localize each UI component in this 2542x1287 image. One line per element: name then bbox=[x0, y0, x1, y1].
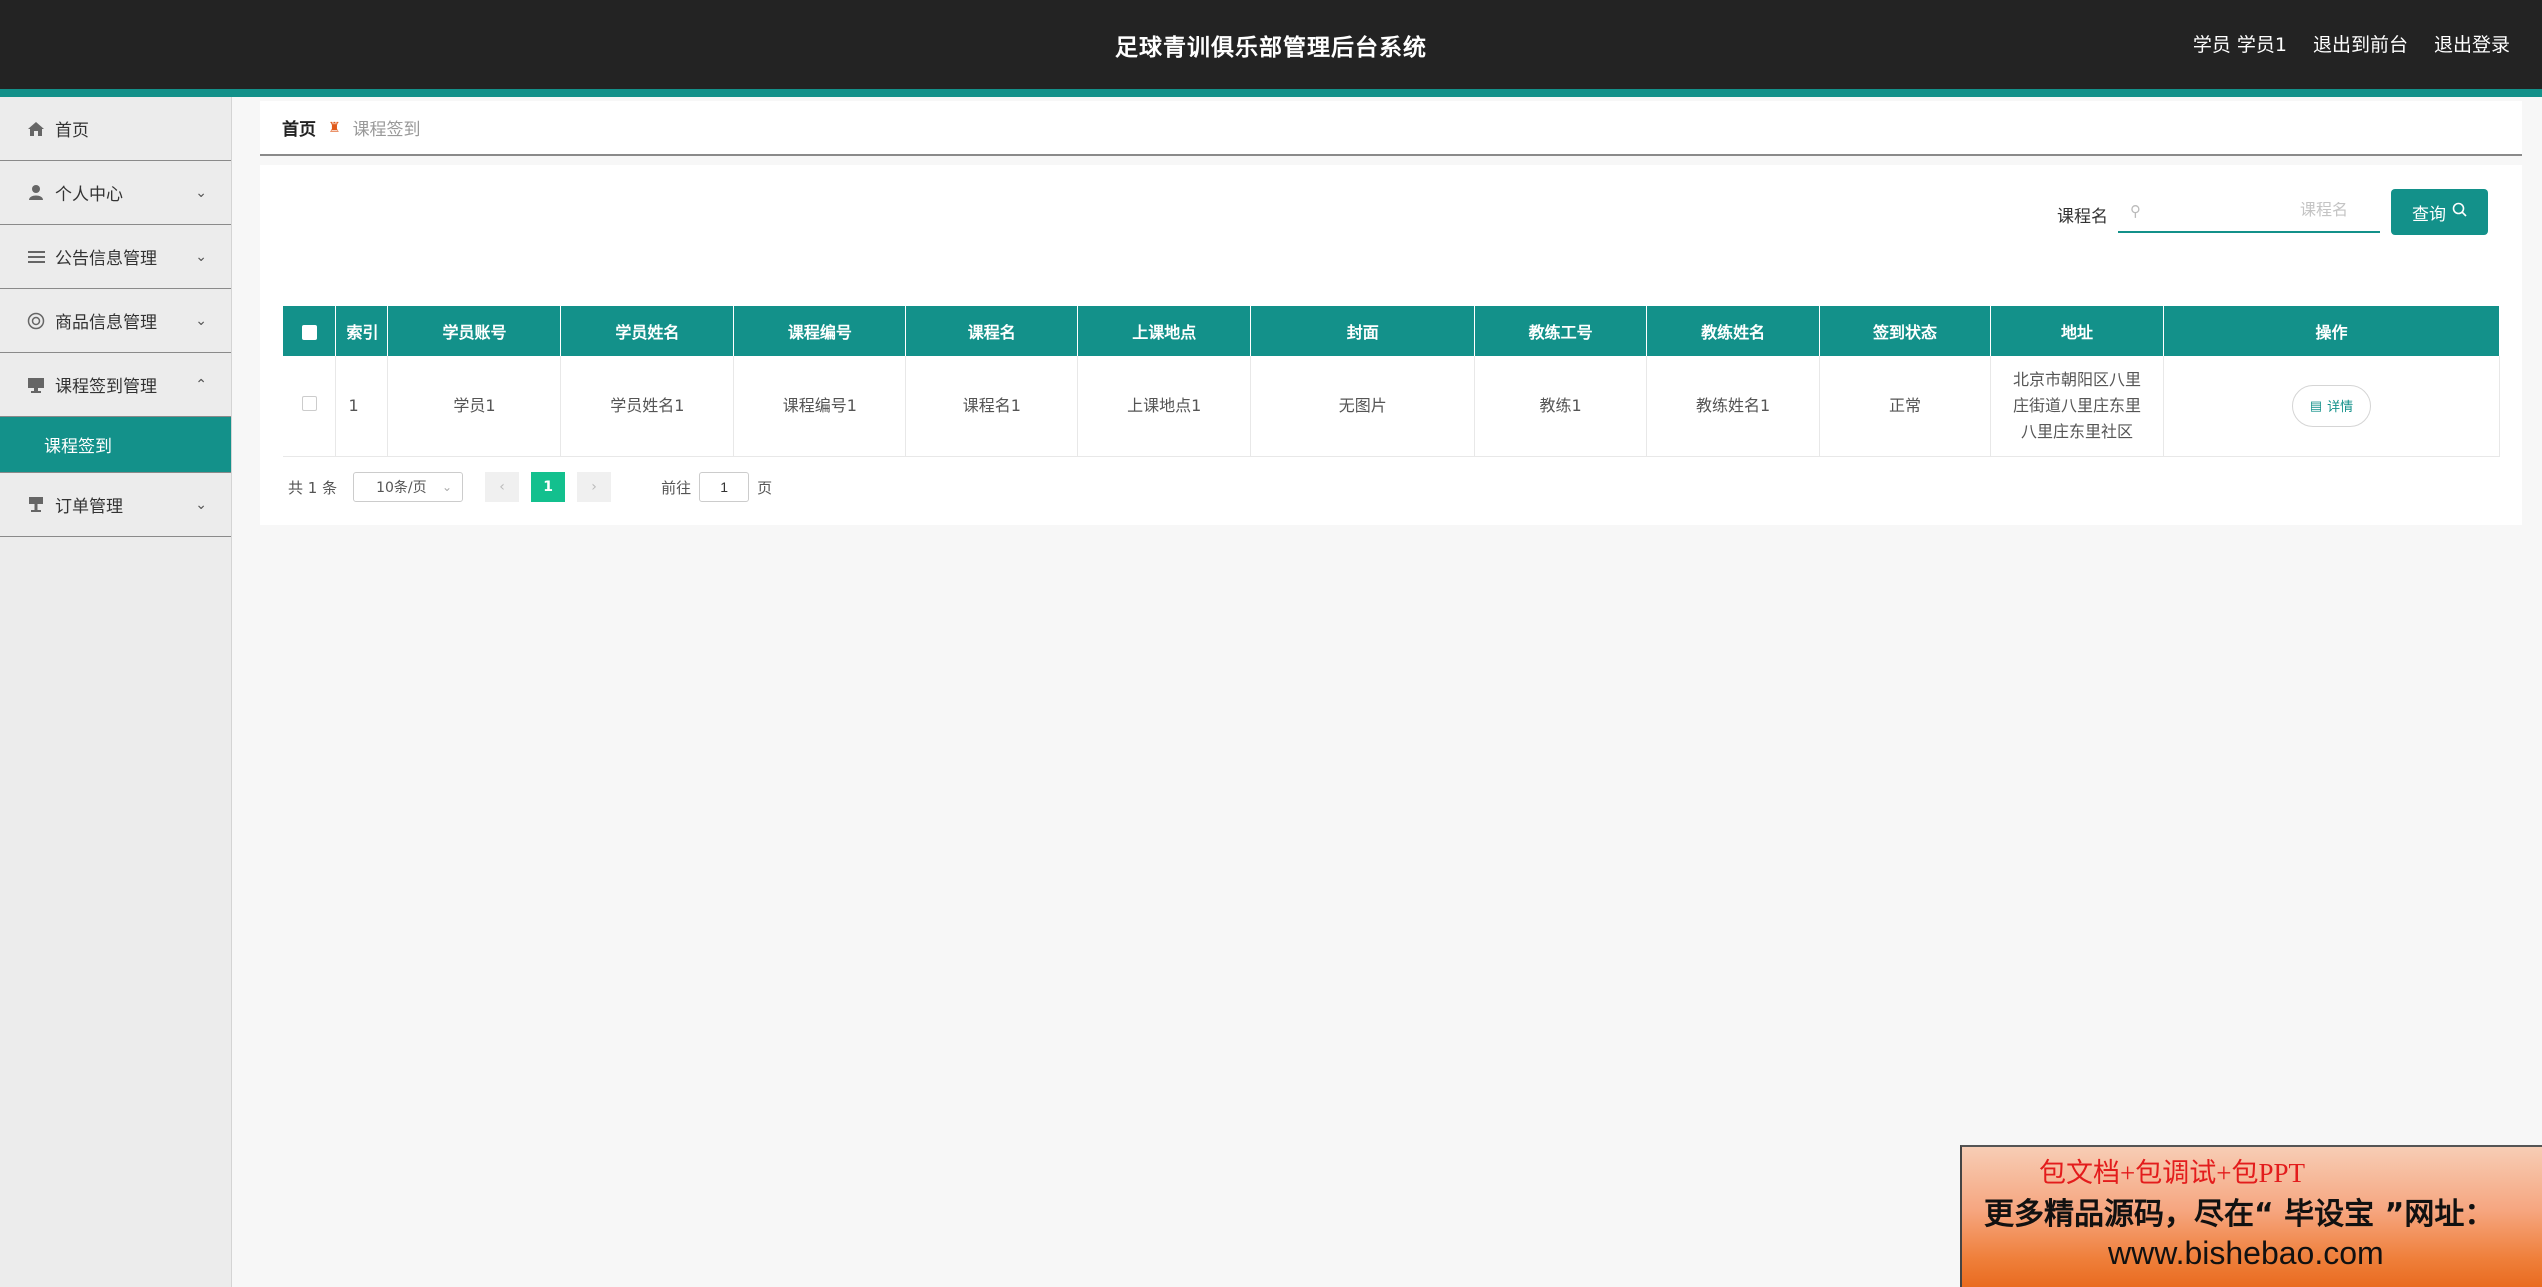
page-suffix: 页 bbox=[757, 478, 773, 497]
cell-status: 正常 bbox=[1819, 356, 1992, 457]
sidebar-item-goods[interactable]: 商品信息管理 ⌄ bbox=[0, 289, 231, 353]
goto-page-input[interactable] bbox=[699, 472, 750, 502]
table-header-row: 索引 学员账号 学员姓名 课程编号 课程名 上课地点 封面 教练工号 教练姓名 … bbox=[283, 306, 2501, 356]
data-table: 索引 学员账号 学员姓名 课程编号 课程名 上课地点 封面 教练工号 教练姓名 … bbox=[283, 306, 2501, 457]
prev-page-button[interactable]: ‹ bbox=[485, 472, 520, 502]
search-icon bbox=[2452, 202, 2467, 222]
search-box: ⚲ bbox=[2118, 190, 2380, 233]
list-icon bbox=[25, 246, 47, 268]
header-select-all[interactable] bbox=[283, 306, 337, 356]
cell-actions: ▤ 详情 bbox=[2163, 356, 2501, 457]
promo-line-1: 包文档+包调试+包PPT bbox=[2039, 1158, 2305, 1188]
column-header: 签到状态 bbox=[1819, 306, 1992, 356]
chevron-down-icon: ⌄ bbox=[195, 184, 207, 201]
detail-button[interactable]: ▤ 详情 bbox=[2291, 384, 2372, 427]
total-count: 共 1 条 bbox=[288, 478, 338, 497]
chevron-down-icon: ⌄ bbox=[195, 312, 207, 329]
sidebar-item-label: 课程签到管理 bbox=[55, 377, 157, 397]
table-row: 1 学员1 学员姓名1 课程编号1 课程名1 上课地点1 无图片 教练1 教练姓… bbox=[283, 356, 2501, 457]
page-size-value: 10条/页 bbox=[376, 480, 427, 496]
column-header: 课程编号 bbox=[733, 306, 907, 356]
column-header: 操作 bbox=[2163, 306, 2501, 356]
document-icon: ▤ bbox=[2309, 397, 2323, 413]
sidebar-item-notice[interactable]: 公告信息管理 ⌄ bbox=[0, 225, 231, 289]
course-name-input[interactable] bbox=[2141, 201, 2380, 220]
cell-address: 北京市朝阳区八里庄街道八里庄东里八里庄东里社区 bbox=[1990, 356, 2164, 457]
app-title: 足球青训俱乐部管理后台系统 bbox=[1115, 35, 1427, 61]
select-all-checkbox[interactable] bbox=[301, 324, 317, 340]
sidebar-item-label: 商品信息管理 bbox=[55, 313, 157, 333]
cell-course-name: 课程名1 bbox=[905, 356, 1079, 457]
column-header: 教练工号 bbox=[1474, 306, 1648, 356]
separator-icon: ♜ bbox=[328, 119, 341, 136]
row-checkbox[interactable] bbox=[301, 395, 317, 411]
breadcrumb: 首页 ♜ 课程签到 bbox=[260, 101, 2522, 156]
cell-location: 上课地点1 bbox=[1077, 356, 1252, 457]
user-icon bbox=[25, 182, 47, 204]
chevron-left-icon: ‹ bbox=[499, 479, 505, 495]
stand-icon bbox=[25, 494, 47, 516]
next-page-button[interactable]: › bbox=[577, 472, 612, 502]
chevron-right-icon: › bbox=[591, 479, 597, 495]
user-label[interactable]: 学员 学员1 bbox=[2193, 30, 2287, 57]
cell-index: 1 bbox=[335, 356, 389, 457]
header-links: 学员 学员1 退出到前台 退出登录 bbox=[2193, 30, 2510, 57]
search-label: 课程名 bbox=[2057, 207, 2108, 227]
address-text: 北京市朝阳区八里庄街道八里庄东里八里庄东里社区 bbox=[2013, 369, 2142, 441]
sidebar-item-course-signin[interactable]: 课程签到管理 ⌃ bbox=[0, 353, 231, 417]
cell-name: 学员姓名1 bbox=[560, 356, 735, 457]
chevron-down-icon: ⌄ bbox=[195, 496, 207, 513]
sidebar-item-label: 订单管理 bbox=[55, 497, 123, 517]
page-size-select[interactable]: 10条/页 ⌄ bbox=[353, 472, 464, 502]
home-icon bbox=[25, 118, 47, 140]
monitor-icon bbox=[25, 374, 47, 396]
sidebar-item-profile[interactable]: 个人中心 ⌄ bbox=[0, 161, 231, 225]
column-header: 学员账号 bbox=[387, 306, 562, 356]
chevron-down-icon: ⌄ bbox=[442, 480, 453, 494]
chevron-down-icon: ⌄ bbox=[195, 248, 207, 265]
sidebar-item-label: 个人中心 bbox=[55, 185, 123, 205]
logout-link[interactable]: 退出登录 bbox=[2434, 30, 2510, 57]
exit-to-frontend-link[interactable]: 退出到前台 bbox=[2313, 30, 2408, 57]
row-select-cell[interactable] bbox=[283, 356, 337, 457]
globe-icon bbox=[25, 310, 47, 332]
column-header: 地址 bbox=[1990, 306, 2164, 356]
chevron-up-icon: ⌃ bbox=[195, 376, 207, 393]
promo-line-2: 更多精品源码，尽在“ 毕设宝 ”网址： bbox=[1984, 1197, 2495, 1232]
column-header: 上课地点 bbox=[1077, 306, 1252, 356]
column-header: 封面 bbox=[1250, 306, 1476, 356]
query-button[interactable]: 查询 bbox=[2391, 189, 2488, 235]
sidebar-item-label: 首页 bbox=[55, 121, 89, 141]
column-header: 学员姓名 bbox=[560, 306, 735, 356]
cell-course-no: 课程编号1 bbox=[733, 356, 907, 457]
cell-coach-no: 教练1 bbox=[1474, 356, 1648, 457]
column-header: 索引 bbox=[335, 306, 389, 356]
goto-label: 前往 bbox=[661, 478, 692, 497]
breadcrumb-home[interactable]: 首页 bbox=[282, 115, 316, 140]
cell-account: 学员1 bbox=[387, 356, 562, 457]
pagination: 共 1 条 10条/页 ⌄ ‹ 1 › 前往 页 bbox=[288, 472, 772, 502]
page-number-current[interactable]: 1 bbox=[531, 472, 566, 502]
cell-coach-name: 教练姓名1 bbox=[1646, 356, 1821, 457]
sidebar-item-label: 公告信息管理 bbox=[55, 249, 157, 269]
promo-banner: 包文档+包调试+包PPT 更多精品源码，尽在“ 毕设宝 ”网址： www.bis… bbox=[1960, 1145, 2542, 1287]
cell-cover: 无图片 bbox=[1250, 356, 1476, 457]
breadcrumb-current: 课程签到 bbox=[352, 120, 421, 140]
column-header: 教练姓名 bbox=[1646, 306, 1821, 356]
sidebar-item-orders[interactable]: 订单管理 ⌄ bbox=[0, 473, 231, 537]
detail-button-label: 详情 bbox=[2327, 399, 2354, 415]
sidebar: 首页 个人中心 ⌄ 公告信息管理 ⌄ 商品信息管理 ⌄ 课程签到管理 ⌃ 课程签… bbox=[0, 97, 232, 1287]
sidebar-item-home[interactable]: 首页 bbox=[0, 97, 231, 161]
sidebar-subitem-course-signin[interactable]: 课程签到 bbox=[0, 417, 231, 473]
search-icon: ⚲ bbox=[2130, 201, 2141, 220]
query-button-label: 查询 bbox=[2412, 204, 2446, 224]
main-panel: 课程名 ⚲ 查询 索引 学员账号 学员姓名 课程编号 课程名 上课地点 封面 bbox=[260, 165, 2522, 525]
column-header: 课程名 bbox=[905, 306, 1079, 356]
promo-url: www.bishebao.com bbox=[2108, 1235, 2384, 1271]
header-accent-bar bbox=[0, 89, 2542, 97]
top-header: 足球青训俱乐部管理后台系统 学员 学员1 退出到前台 退出登录 bbox=[0, 0, 2542, 89]
